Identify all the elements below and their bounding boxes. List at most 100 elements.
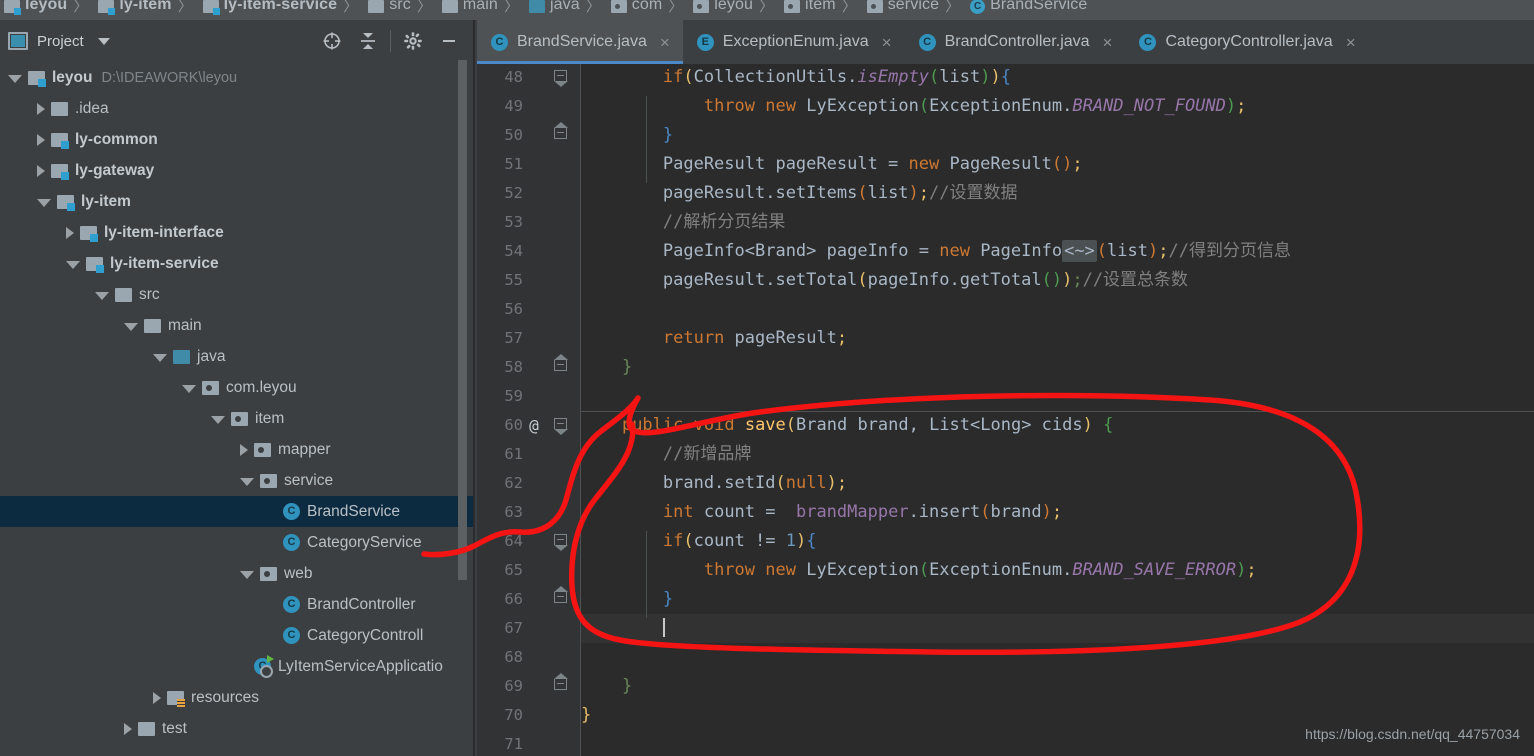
code-fold-toggle[interactable] [554, 353, 568, 382]
tree-node-com-leyou[interactable]: com.leyou [0, 372, 475, 403]
tab-brandservice-java[interactable]: C BrandService.java × [477, 20, 683, 64]
tree-node-ly-item[interactable]: ly-item [0, 186, 475, 217]
breadcrumb-item-main[interactable]: main [438, 0, 498, 20]
project-tree[interactable]: leyou D:\IDEAWORK\leyou .idea ly-common ly-g… [0, 62, 475, 744]
chevron-right-icon[interactable] [66, 226, 74, 239]
code-line[interactable] [581, 614, 1534, 643]
locate-icon[interactable] [314, 20, 350, 62]
tree-node-item[interactable]: item [0, 403, 475, 434]
tab-exceptionenum-java[interactable]: E ExceptionEnum.java × [683, 20, 905, 64]
project-panel-title-group[interactable]: Project [0, 32, 110, 50]
chevron-right-icon[interactable] [124, 722, 132, 735]
chevron-down-icon[interactable] [37, 198, 51, 207]
tree-node-brandcontroller[interactable]: C BrandController [0, 589, 475, 620]
tree-node-service[interactable]: service [0, 465, 475, 496]
breadcrumb-item-leyou[interactable]: leyou [689, 0, 753, 20]
breadcrumb-item-java[interactable]: java [525, 0, 580, 20]
package-icon [260, 566, 277, 581]
code-line[interactable]: brand.setId(null); [581, 469, 1534, 498]
code-line[interactable]: } [581, 353, 1534, 382]
chevron-down-icon[interactable] [97, 37, 110, 45]
tree-node--idea[interactable]: .idea [0, 93, 475, 124]
code-line[interactable]: public void save(Brand brand, List<Long>… [581, 411, 1534, 440]
code-line[interactable]: throw new LyException(ExceptionEnum.BRAN… [581, 92, 1534, 121]
tree-node-ly-gateway[interactable]: ly-gateway [0, 155, 475, 186]
code-line[interactable]: PageInfo<Brand> pageInfo = new PageInfo <… [581, 237, 1534, 266]
tree-node-categorycontroll[interactable]: C CategoryControll [0, 620, 475, 651]
tree-node-leyou[interactable]: leyou D:\IDEAWORK\leyou [0, 62, 475, 93]
collapse-all-icon[interactable] [350, 20, 386, 62]
chevron-down-icon[interactable] [66, 260, 80, 269]
tree-node-ly-item-service[interactable]: ly-item-service [0, 248, 475, 279]
chevron-right-icon[interactable] [37, 164, 45, 177]
tree-node-test[interactable]: test [0, 713, 475, 744]
chevron-down-icon[interactable] [182, 384, 196, 393]
tree-node-brandservice[interactable]: C BrandService [0, 496, 475, 527]
code-line[interactable]: pageResult.setItems(list);//设置数据 [581, 179, 1534, 208]
breadcrumb-item-ly-item-service[interactable]: ly-item-service [199, 0, 338, 20]
tree-node-web[interactable]: web [0, 558, 475, 589]
tree-node-ly-common[interactable]: ly-common [0, 124, 475, 155]
chevron-right-icon[interactable] [37, 133, 45, 146]
code-line[interactable]: } [581, 585, 1534, 614]
tree-node-mapper[interactable]: mapper [0, 434, 475, 465]
code-line[interactable]: throw new LyException(ExceptionEnum.BRAN… [581, 556, 1534, 585]
code-line[interactable] [581, 295, 1534, 324]
chevron-down-icon[interactable] [240, 570, 254, 579]
chevron-right-icon[interactable] [240, 443, 248, 456]
code-fold-toggle[interactable] [554, 411, 568, 440]
tree-node-resources[interactable]: resources [0, 682, 475, 713]
breadcrumb-item-ly-item[interactable]: ly-item [94, 0, 171, 20]
breadcrumb-item-com[interactable]: com [607, 0, 663, 20]
tree-node-categoryservice[interactable]: C CategoryService [0, 527, 475, 558]
chevron-down-icon[interactable] [211, 415, 225, 424]
code-line[interactable]: return pageResult; [581, 324, 1534, 353]
code-line[interactable] [581, 382, 1534, 411]
chevron-down-icon[interactable] [240, 477, 254, 486]
close-icon[interactable]: × [882, 34, 892, 51]
chevron-down-icon[interactable] [8, 74, 22, 83]
annotation-gutter-icon[interactable]: @ [523, 411, 545, 440]
tab-categorycontroller-java[interactable]: C CategoryController.java × [1125, 20, 1368, 64]
gear-icon[interactable] [395, 20, 431, 62]
tree-node-ly-item-interface[interactable]: ly-item-interface [0, 217, 475, 248]
breadcrumb-item-item[interactable]: item [780, 0, 836, 20]
code-fold-toggle[interactable] [554, 64, 568, 92]
tree-node-lyitemserviceapplicatio[interactable]: C LyItemServiceApplicatio [0, 651, 475, 682]
chevron-down-icon[interactable] [153, 353, 167, 362]
code-content[interactable]: if(CollectionUtils.isEmpty(list)){ throw… [581, 64, 1534, 756]
code-line[interactable]: } [581, 672, 1534, 701]
code-line[interactable]: pageResult.setTotal(pageInfo.getTotal())… [581, 266, 1534, 295]
chevron-down-icon[interactable] [95, 291, 109, 300]
code-editor[interactable]: 48 49 50 51 52 53 54 55 56 57 58 59 60 @61 62 63 64 65 66 6… [477, 64, 1534, 756]
chevron-down-icon[interactable] [124, 322, 138, 331]
code-line[interactable]: //新增品牌 [581, 440, 1534, 469]
project-panel-scrollbar[interactable] [458, 60, 467, 580]
code-line[interactable]: } [581, 121, 1534, 150]
breadcrumb-item-src[interactable]: src [364, 0, 411, 20]
tab-brandcontroller-java[interactable]: C BrandController.java × [905, 20, 1126, 64]
code-fold-toggle[interactable] [554, 585, 568, 614]
close-icon[interactable]: × [1346, 34, 1356, 51]
code-line[interactable] [581, 643, 1534, 672]
code-line[interactable]: if(count != 1){ [581, 527, 1534, 556]
close-icon[interactable]: × [660, 34, 670, 51]
code-fold-toggle[interactable] [554, 672, 568, 701]
editor-gutter[interactable]: 48 49 50 51 52 53 54 55 56 57 58 59 60 @61 62 63 64 65 66 6… [477, 64, 581, 756]
tree-node-src[interactable]: src [0, 279, 475, 310]
chevron-right-icon[interactable] [37, 102, 45, 115]
close-icon[interactable]: × [1103, 34, 1113, 51]
chevron-right-icon[interactable] [153, 691, 161, 704]
breadcrumb-item-brandservice[interactable]: C BrandService [966, 0, 1087, 20]
code-fold-toggle[interactable] [554, 527, 568, 556]
minimize-icon[interactable] [431, 20, 467, 62]
code-line[interactable]: if(CollectionUtils.isEmpty(list)){ [581, 64, 1534, 92]
tree-node-main[interactable]: main [0, 310, 475, 341]
tree-node-java[interactable]: java [0, 341, 475, 372]
code-line[interactable]: //解析分页结果 [581, 208, 1534, 237]
code-line[interactable]: int count = brandMapper.insert(brand); [581, 498, 1534, 527]
breadcrumb-item-service[interactable]: service [863, 0, 939, 20]
code-line[interactable]: PageResult pageResult = new PageResult()… [581, 150, 1534, 179]
code-fold-toggle[interactable] [554, 121, 568, 150]
breadcrumb-item-leyou[interactable]: leyou [0, 0, 67, 20]
